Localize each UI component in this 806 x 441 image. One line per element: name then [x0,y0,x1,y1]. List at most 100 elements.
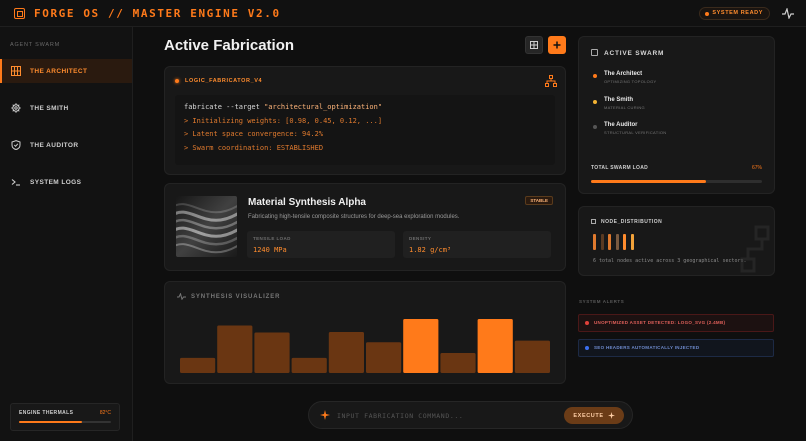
sidebar-item-label: THE SMITH [30,104,69,112]
thermals-value: 82°C [99,410,111,416]
sidebar-item-architect[interactable]: THE ARCHITECT [0,59,132,83]
active-swarm-panel: ACTIVE SWARM The Architect OPTIMIZING TO… [578,36,775,194]
visualizer-header: SYNTHESIS VISUALIZER [177,293,280,300]
node-indicator [623,234,626,250]
command-input[interactable] [337,409,557,423]
swarm-load-label: TOTAL SWARM LOAD [591,165,649,171]
status-badge: STABLE [525,196,553,205]
chip-icon [591,49,598,56]
sidebar-item-label: THE ARCHITECT [30,67,88,75]
material-name: Material Synthesis Alpha [248,197,366,208]
node-distribution-panel: NODE_DISTRIBUTION 6 total nodes active a… [578,206,775,276]
node-indicator [630,234,634,250]
execute-button[interactable]: EXECUTE [564,407,624,424]
distribution-header: NODE_DISTRIBUTION [591,219,662,225]
plus-icon [553,41,561,49]
chart-bar [217,325,253,373]
node-indicator [615,234,619,250]
status-badge: SYSTEM READY [699,7,770,20]
gear-icon [11,103,21,113]
stat-label: TENSILE LOAD [253,236,291,241]
material-card: Material Synthesis Alpha Fabricating hig… [164,183,566,271]
chart-bar [403,319,439,373]
agent-role: STRUCTURAL VERIFICATION [604,130,667,135]
alert-error[interactable]: UNOPTIMIZED ASSET DETECTED: LOGO_SVG (2.… [578,314,774,332]
grid-icon [11,66,21,76]
status-dot [593,74,597,78]
material-description: Fabricating high-tensile composite struc… [248,214,460,220]
sparkle-icon [607,412,615,419]
add-button[interactable] [548,36,566,54]
distribution-text: 6 total nodes active across 3 geographic… [593,258,747,264]
sidebar-section-label: AGENT SWARM [10,42,61,48]
page-title: Active Fabrication [164,37,295,54]
terminal-line: > Latent space convergence: 94.2% [184,130,324,139]
network-icon[interactable] [545,75,557,87]
distribution-title: NODE_DISTRIBUTION [601,219,663,225]
material-thumbnail [176,196,237,257]
terminal-output: fabricate --target "architectural_optimi… [175,95,555,165]
chart-bar [328,331,364,373]
agent-smith[interactable]: The Smith MATERIAL CURING [591,94,763,118]
command-bar: EXECUTE [308,401,633,429]
system-alerts-label: SYSTEM ALERTS [579,299,625,304]
status-dot [593,100,597,104]
agent-role: OPTIMIZING TOPOLOGY [604,79,657,84]
chart-bar [477,319,513,373]
stat-value: 1240 MPa [253,246,287,254]
terminal-command: fabricate --target "architectural_optimi… [184,101,546,115]
thermals-bar [19,421,111,423]
node-icon [591,219,596,224]
activity-icon[interactable] [782,8,794,19]
grid-icon [530,41,538,49]
chip-icon [14,7,25,19]
terminal-label: LOGIC_FABRICATOR_V4 [175,78,262,84]
terminal-line: > Initializing weights: [0.98, 0.45, 0.1… [184,116,383,125]
sidebar-item-smith[interactable]: THE SMITH [0,96,132,120]
agent-name: The Auditor [604,122,638,128]
app-window: FORGE OS // MASTER ENGINE V2.0 SYSTEM RE… [0,0,806,441]
agent-role: MATERIAL CURING [604,105,645,110]
alert-info[interactable]: SEO HEADERS AUTOMATICALLY INJECTED [578,339,774,357]
synthesis-visualizer-card: SYNTHESIS VISUALIZER [164,281,566,384]
terminal-line: > Swarm coordination: ESTABLISHED [184,144,324,153]
chart-bar [514,340,550,373]
swarm-header: ACTIVE SWARM [591,49,664,57]
app-title: FORGE OS // MASTER ENGINE V2.0 [34,6,281,20]
chart-bar [254,332,290,373]
sidebar-item-system-logs[interactable]: SYSTEM LOGS [0,170,132,194]
agent-auditor[interactable]: The Auditor STRUCTURAL VERIFICATION [591,119,763,143]
sidebar-item-label: SYSTEM LOGS [30,178,82,186]
chart-bar [440,353,476,373]
thermals-label: ENGINE THERMALS [19,410,74,416]
terminal-icon [11,179,20,186]
swarm-title: ACTIVE SWARM [604,50,665,57]
chart-bar [180,357,216,373]
agent-architect[interactable]: The Architect OPTIMIZING TOPOLOGY [591,68,763,92]
logic-fabricator-card: LOGIC_FABRICATOR_V4 fabricate --target "… [164,66,566,175]
command-text: fabricate --target [184,103,265,111]
tensile-load-stat: TENSILE LOAD 1240 MPa [247,231,395,258]
network-icon [740,225,770,273]
node-indicator [608,234,611,250]
node-indicator [593,234,596,250]
visualizer-label: SYNTHESIS VISUALIZER [191,294,281,301]
sidebar-item-label: THE AUDITOR [30,141,79,149]
swarm-load-value: 67% [751,165,762,171]
shield-icon [11,140,21,150]
density-stat: DENSITY 1.82 g/cm³ [403,231,551,258]
chart-bar [291,357,327,373]
status-dot [593,125,597,129]
engine-thermals-widget: ENGINE THERMALS 82°C [10,403,120,431]
top-bar: FORGE OS // MASTER ENGINE V2.0 SYSTEM RE… [0,0,806,27]
activity-icon [177,293,186,300]
thermals-bar-fill [19,421,82,423]
sidebar: AGENT SWARM THE ARCHITECT THE SMITH THE … [0,27,133,441]
sparkle-icon [320,410,330,420]
chart-bar [366,342,402,373]
sidebar-item-auditor[interactable]: THE AUDITOR [0,133,132,157]
agent-name: The Architect [604,71,643,77]
agent-name: The Smith [604,97,634,103]
node-indicator [600,234,604,250]
grid-view-button[interactable] [525,36,543,54]
